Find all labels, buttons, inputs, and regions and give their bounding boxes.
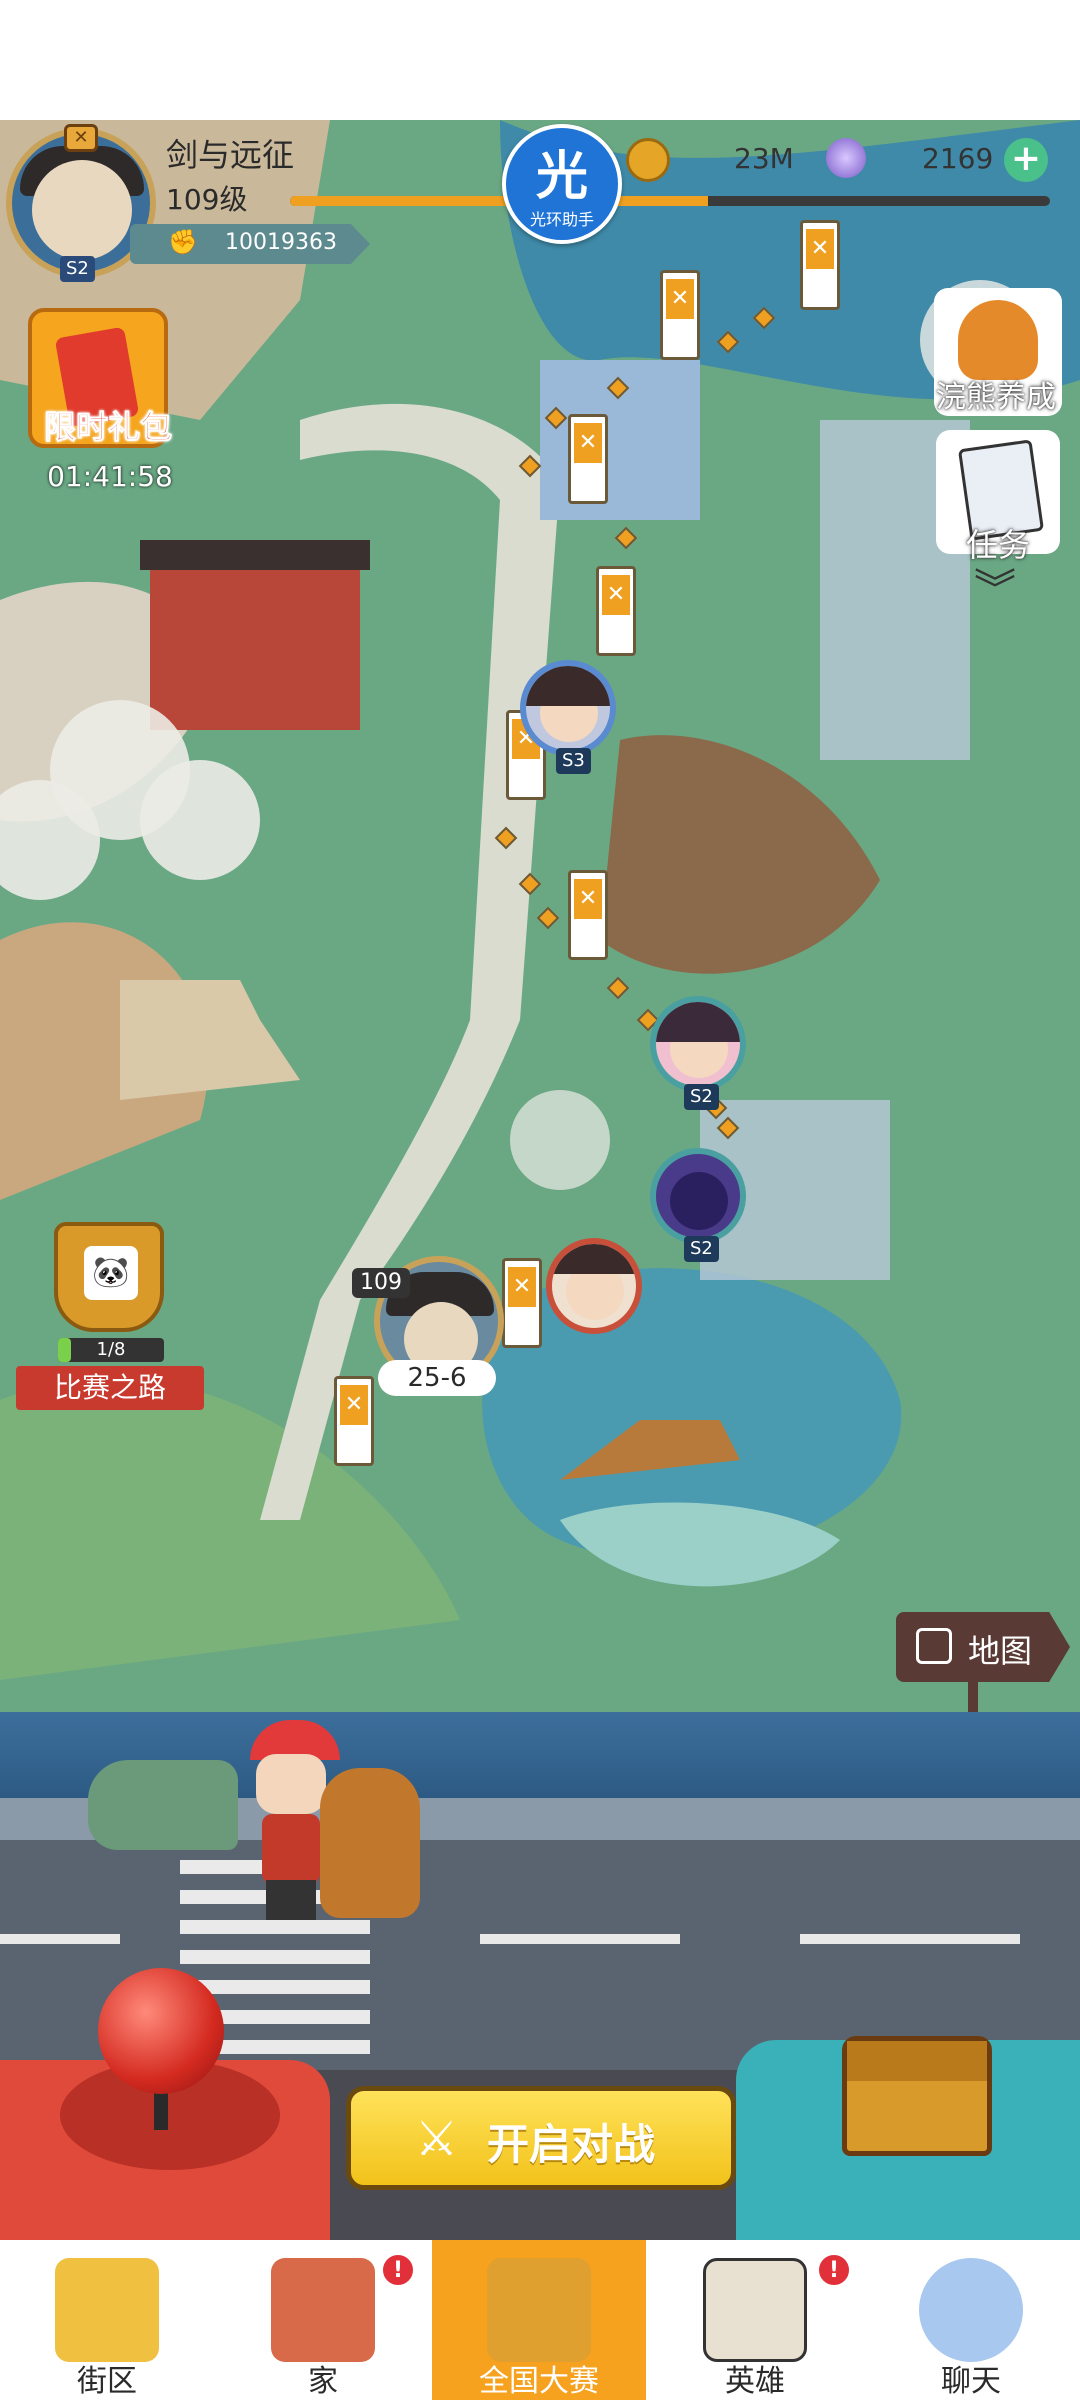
crossed-swords-icon: ✕ [666, 279, 694, 319]
player-level: 109级 [166, 183, 248, 216]
opponent-hair [656, 1002, 740, 1042]
stage-node[interactable]: ✕ [334, 1376, 374, 1466]
player-marker-level: 109 [352, 1268, 410, 1298]
xp-bar [290, 196, 1050, 206]
opponent-avatar[interactable] [650, 1148, 746, 1244]
power-value: 10019363 [225, 230, 337, 255]
stage-node[interactable]: ✕ [568, 870, 608, 960]
chat-bubble-icon [919, 2258, 1023, 2362]
scooter [88, 1760, 238, 1850]
start-battle-label: 开启对战 [487, 2120, 656, 2169]
crossed-swords-icon: ✕ [340, 1385, 368, 1425]
map-button-label: 地图 [968, 1632, 1033, 1670]
character-body [262, 1814, 320, 1884]
character-legs [266, 1880, 316, 1920]
crossed-swords-icon: ⚔ [415, 2111, 459, 2167]
add-currency-button[interactable]: + [1004, 138, 1048, 182]
chevron-double-down-icon[interactable]: ︾ [960, 568, 1030, 628]
opponent-face [670, 1172, 728, 1230]
panda-icon: 🐼 [84, 1246, 138, 1300]
nav-item-national-tournament[interactable]: 全国大赛 [432, 2240, 646, 2400]
lane-stripe [800, 1934, 1020, 1944]
chest-lid [847, 2041, 987, 2081]
race-progress-bar: 1/8 [58, 1338, 164, 1362]
opponent-badge: S3 [556, 748, 591, 774]
player-name: 剑与远征 [166, 136, 295, 174]
map-icon [916, 1628, 952, 1664]
avatar-season-badge: S2 [60, 256, 95, 282]
tasks-label: 任务 [965, 526, 1030, 564]
race-road-button[interactable]: 🐼 [14, 1222, 204, 1342]
power-rating: 10019363 [130, 224, 370, 264]
crosswalk-stripe [180, 1950, 370, 1964]
opponent-hair [526, 666, 610, 706]
raccoon-pet[interactable] [320, 1748, 420, 1918]
race-progress-text: 1/8 [96, 1339, 126, 1360]
raccoon-icon [958, 300, 1038, 380]
character-head [256, 1754, 326, 1814]
stage-node[interactable]: ✕ [596, 566, 636, 656]
nav-label: 英雄 [725, 2364, 785, 2399]
crossed-swords-icon: ✕ [602, 575, 630, 615]
home-notification-badge: ! [380, 2252, 416, 2288]
nav-label: 街区 [77, 2364, 137, 2399]
avatar-face [32, 160, 132, 260]
lane-stripe [0, 1934, 120, 1944]
nav-label: 全国大赛 [479, 2364, 599, 2399]
coin-amount: 23M [734, 142, 794, 175]
gem-amount: 2169 [922, 142, 994, 175]
crossed-swords-icon: ✕ [574, 423, 602, 463]
opponent-badge: S2 [684, 1236, 719, 1262]
helper-button[interactable]: 光 光环助手 [502, 124, 622, 244]
map-button[interactable]: 地图 [896, 1612, 1070, 1682]
raccoon-training-label: 浣熊养成 [936, 380, 1056, 415]
nav-item-street[interactable]: 街区 [0, 2240, 214, 2400]
crystal-icon [826, 138, 866, 178]
signpost-icon [55, 2258, 159, 2362]
player-stage-label: 25-6 [378, 1360, 496, 1396]
fist-icon: ✊ [168, 228, 198, 256]
stage-node[interactable]: ✕ [568, 414, 608, 504]
joystick-knob[interactable] [98, 1968, 224, 2094]
crosswalk-stripe [180, 1920, 370, 1934]
start-battle-button[interactable]: ⚔ 开启对战 [346, 2086, 736, 2190]
raccoon-body [320, 1768, 420, 1918]
heroes-notification-badge: ! [816, 2252, 852, 2288]
rival-avatar[interactable] [546, 1238, 642, 1334]
xp-bar-fill [290, 196, 708, 206]
stage-node[interactable]: ✕ [800, 220, 840, 310]
rival-hair [552, 1244, 636, 1274]
opponent-badge: S2 [684, 1084, 719, 1110]
hero-cards-icon [703, 2258, 807, 2362]
house-icon [271, 2258, 375, 2362]
opponent-avatar[interactable] [650, 996, 746, 1092]
trophy-icon: 🐼 [54, 1222, 164, 1332]
gold-coin-icon [626, 138, 670, 182]
crossed-swords-icon: ✕ [64, 124, 98, 152]
gift-pack-label: 限时礼包 [43, 408, 172, 447]
stage-node[interactable]: ✕ [502, 1258, 542, 1348]
stage-node[interactable]: ✕ [660, 270, 700, 360]
opponent-avatar[interactable] [520, 660, 616, 756]
nav-label: 家 [308, 2364, 338, 2399]
helper-glyph: 光 [535, 147, 588, 207]
crossed-swords-icon: ✕ [806, 229, 834, 269]
nav-item-chat[interactable]: 聊天 [864, 2240, 1078, 2400]
trophy-icon [487, 2258, 591, 2362]
crossed-swords-icon: ✕ [508, 1267, 536, 1307]
status-bar [0, 0, 1080, 120]
helper-label: 光环助手 [529, 210, 594, 229]
lane-stripe [480, 1934, 680, 1944]
gift-pack-timer: 01:41:58 [47, 460, 173, 493]
nav-label: 聊天 [941, 2364, 1001, 2399]
race-road-label: 比赛之路 [16, 1366, 204, 1410]
crossed-swords-icon: ✕ [574, 879, 602, 919]
treasure-chest-button[interactable] [842, 2036, 992, 2156]
